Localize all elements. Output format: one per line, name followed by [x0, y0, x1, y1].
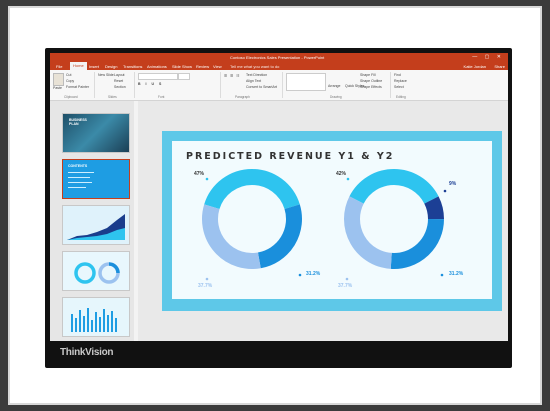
ribbon: Paste Cut Copy Format Painter Clipboard …: [50, 70, 508, 101]
data-label-marker: [443, 189, 447, 193]
text-line: [68, 182, 92, 183]
new-slide-button[interactable]: New Slide: [98, 73, 114, 77]
font-name-dropdown[interactable]: [138, 73, 178, 80]
section-button[interactable]: Section: [114, 85, 126, 89]
drawing-group-label: Drawing: [330, 95, 342, 99]
ribbon-divider: [134, 72, 135, 98]
layout-button[interactable]: Layout: [114, 73, 125, 77]
clipboard-group-label: Clipboard: [64, 95, 78, 99]
area-chart-thumbnail: [67, 214, 125, 240]
select-button[interactable]: Select: [394, 85, 404, 89]
text-line: [68, 187, 86, 188]
slide-panel: [172, 141, 492, 299]
share-button[interactable]: Share: [494, 64, 505, 69]
paragraph-group-label: Paragraph: [235, 95, 250, 99]
data-label: 31.2%: [449, 271, 464, 277]
text-direction-button[interactable]: Text Direction: [246, 73, 267, 77]
donut-thumbnail: [74, 262, 120, 284]
reset-button[interactable]: Reset: [114, 79, 123, 83]
tab-review[interactable]: Review: [196, 64, 209, 69]
text-line: [68, 172, 94, 173]
font-group-label: Font: [158, 95, 165, 99]
format-painter-button[interactable]: Format Painter: [66, 85, 89, 89]
thumbnail-title: BUSINESS PLAN: [69, 118, 87, 126]
slide-canvas[interactable]: PREDICTED REVENUE Y1 & Y2 47%31.2%37.7% …: [162, 131, 502, 311]
convert-smartart-button[interactable]: Convert to SmartArt: [246, 85, 277, 89]
font-format-icons[interactable]: B I U S: [138, 82, 163, 86]
data-label-marker: [440, 273, 444, 277]
tab-file[interactable]: File: [56, 64, 62, 69]
title-bar: Contoso Electronics Sales Presentation -…: [50, 53, 508, 62]
arrange-button[interactable]: Arrange: [328, 84, 340, 88]
tab-slide-show[interactable]: Slide Show: [172, 64, 192, 69]
window-controls[interactable]: — ▢ ✕: [472, 54, 504, 60]
tab-animations[interactable]: Animations: [147, 64, 167, 69]
ribbon-divider: [282, 72, 283, 98]
font-size-dropdown[interactable]: [178, 73, 190, 80]
data-label-marker: [205, 277, 209, 281]
shape-outline-button[interactable]: Shape Outline: [360, 79, 382, 83]
data-label: 31.2%: [306, 271, 321, 277]
find-button[interactable]: Find: [394, 73, 401, 77]
data-label: 37.7%: [198, 283, 213, 289]
thumbnail-title: CONTENTS: [68, 164, 88, 168]
text-line: [68, 177, 90, 178]
slide-thumbnail-pane: 1 BUSINESS PLAN CONTENTS: [50, 101, 134, 341]
slides-group-label: Slides: [108, 95, 117, 99]
powerpoint-window: Contoso Electronics Sales Presentation -…: [50, 53, 508, 341]
list-icons[interactable]: ☰ ☰ ☷: [224, 74, 240, 78]
tab-view[interactable]: View: [213, 64, 222, 69]
bar-chart-thumbnail: [71, 308, 117, 332]
data-label: 47%: [194, 171, 205, 177]
slide-thumbnail[interactable]: [62, 251, 130, 291]
shape-fill-button[interactable]: Shape Fill: [360, 73, 376, 77]
data-label: 42%: [336, 171, 347, 177]
ribbon-divider: [390, 72, 391, 98]
tab-home[interactable]: Home: [70, 62, 87, 70]
shapes-gallery[interactable]: [286, 73, 326, 91]
tab-transitions[interactable]: Transitions: [123, 64, 142, 69]
user-name[interactable]: Katie Jordan: [464, 64, 486, 69]
paste-icon[interactable]: [53, 73, 64, 86]
editing-group-label: Editing: [396, 95, 406, 99]
align-text-button[interactable]: Align Text: [246, 79, 261, 83]
shape-effects-button[interactable]: Shape Effects: [360, 85, 382, 89]
data-label: 9%: [449, 181, 457, 187]
slide-thumbnail[interactable]: 1 BUSINESS PLAN: [62, 113, 130, 153]
ribbon-divider: [94, 72, 95, 98]
slide-title: PREDICTED REVENUE Y1 & Y2: [186, 151, 394, 162]
slide-editing-area: PREDICTED REVENUE Y1 & Y2 47% 31.2% 37.7% …: [138, 101, 508, 341]
copy-button[interactable]: Copy: [66, 79, 74, 83]
monitor-brand-logo: ThinkVision: [60, 347, 114, 358]
tell-me-box[interactable]: Tell me what you want to do: [230, 64, 279, 69]
ribbon-tabs: File Home Insert Design Transitions Anim…: [50, 62, 508, 70]
slide-thumbnail[interactable]: CONTENTS: [62, 159, 130, 199]
window-title: Contoso Electronics Sales Presentation -…: [230, 55, 325, 60]
data-label-marker: [205, 177, 209, 181]
paste-button[interactable]: Paste: [53, 86, 62, 90]
replace-button[interactable]: Replace: [394, 79, 407, 83]
slide-thumbnail[interactable]: [62, 297, 130, 337]
donut-segment: [424, 196, 445, 220]
data-label-marker: [345, 277, 349, 281]
tab-insert[interactable]: Insert: [89, 64, 99, 69]
tab-design[interactable]: Design: [105, 64, 117, 69]
data-label-marker: [346, 177, 350, 181]
data-label-marker: [298, 273, 302, 277]
slide-thumbnail[interactable]: [62, 205, 130, 245]
cut-button[interactable]: Cut: [66, 73, 71, 77]
data-label: 37.7%: [338, 283, 353, 289]
ribbon-divider: [220, 72, 221, 98]
